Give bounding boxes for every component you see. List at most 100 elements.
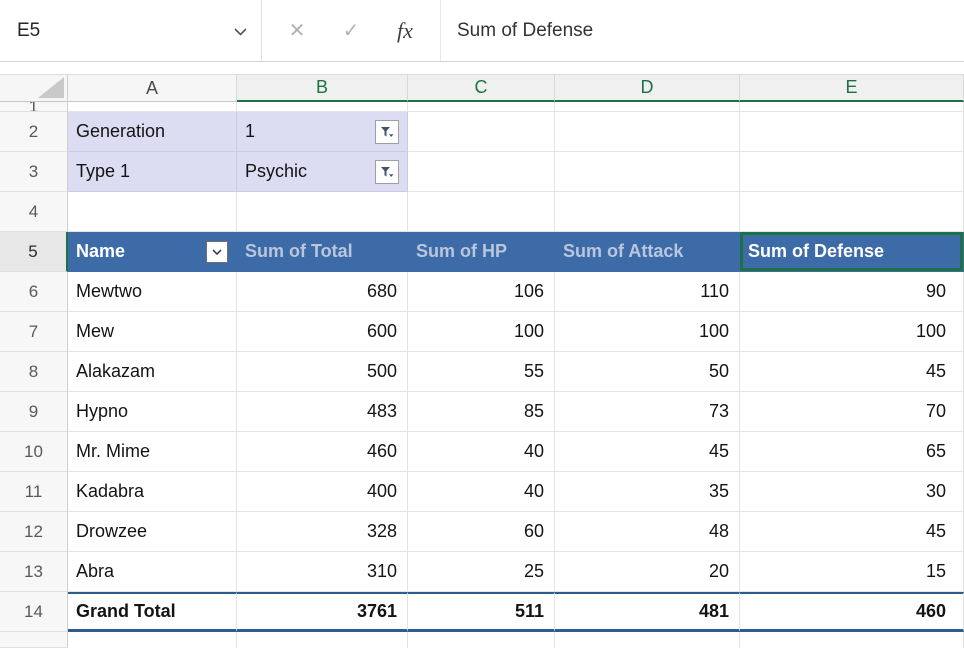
row-number-7[interactable]: 7	[0, 312, 68, 352]
pivot-name-cell[interactable]: Alakazam	[68, 352, 237, 392]
empty-cell[interactable]	[555, 152, 740, 192]
pivot-value-cell[interactable]: 50	[555, 352, 740, 392]
grand-total-value[interactable]: 3761	[237, 592, 408, 632]
chevron-down-icon[interactable]	[234, 20, 247, 42]
pivot-value-cell[interactable]: 25	[408, 552, 555, 592]
formula-input[interactable]: Sum of Defense	[441, 0, 964, 61]
empty-cell[interactable]	[740, 152, 964, 192]
pivot-value-cell[interactable]: 40	[408, 472, 555, 512]
column-header-d[interactable]: D	[555, 75, 740, 102]
empty-cell[interactable]	[68, 102, 237, 112]
row-number-2[interactable]: 2	[0, 112, 68, 152]
pivot-value-cell[interactable]: 400	[237, 472, 408, 512]
pivot-value-cell[interactable]: 500	[237, 352, 408, 392]
fx-icon[interactable]: fx	[378, 0, 432, 62]
column-header-b[interactable]: B	[237, 75, 408, 102]
pivot-header-attack[interactable]: Sum of Attack	[555, 232, 740, 272]
empty-cell[interactable]	[740, 632, 964, 648]
pivot-value-cell[interactable]: 310	[237, 552, 408, 592]
empty-cell[interactable]	[408, 192, 555, 232]
grand-total-value[interactable]: 460	[740, 592, 964, 632]
empty-cell[interactable]	[408, 632, 555, 648]
empty-cell[interactable]	[68, 192, 237, 232]
pivot-value-cell[interactable]: 65	[740, 432, 964, 472]
empty-cell[interactable]	[740, 112, 964, 152]
select-all-corner[interactable]	[0, 75, 68, 102]
row-number-12[interactable]: 12	[0, 512, 68, 552]
empty-cell[interactable]	[555, 112, 740, 152]
pivot-value-cell[interactable]: 680	[237, 272, 408, 312]
empty-cell[interactable]	[555, 102, 740, 112]
pivot-name-cell[interactable]: Kadabra	[68, 472, 237, 512]
pivot-value-cell[interactable]: 70	[740, 392, 964, 432]
pivot-value-cell[interactable]: 100	[555, 312, 740, 352]
grand-total-value[interactable]: 481	[555, 592, 740, 632]
pivot-name-cell[interactable]: Mr. Mime	[68, 432, 237, 472]
column-header-a[interactable]: A	[68, 75, 237, 102]
pivot-value-cell[interactable]: 45	[555, 432, 740, 472]
row-number-14[interactable]: 14	[0, 592, 68, 632]
pivot-value-cell[interactable]: 90	[740, 272, 964, 312]
pivot-header-defense-active-cell[interactable]: Sum of Defense	[740, 232, 964, 272]
empty-cell[interactable]	[740, 192, 964, 232]
filter-value-type1[interactable]: Psychic	[237, 152, 408, 192]
row-number-4[interactable]: 4	[0, 192, 68, 232]
empty-cell[interactable]	[237, 102, 408, 112]
grand-total-value[interactable]: 511	[408, 592, 555, 632]
column-header-c[interactable]: C	[408, 75, 555, 102]
empty-cell[interactable]	[740, 102, 964, 112]
pivot-name-cell[interactable]: Drowzee	[68, 512, 237, 552]
grand-total-label[interactable]: Grand Total	[68, 592, 237, 632]
empty-cell[interactable]	[408, 102, 555, 112]
empty-cell[interactable]	[408, 152, 555, 192]
row-number-9[interactable]: 9	[0, 392, 68, 432]
filter-value-generation[interactable]: 1	[237, 112, 408, 152]
pivot-value-cell[interactable]: 20	[555, 552, 740, 592]
pivot-value-cell[interactable]: 600	[237, 312, 408, 352]
pivot-value-cell[interactable]: 30	[740, 472, 964, 512]
confirm-icon[interactable]: ✓	[324, 0, 378, 62]
pivot-value-cell[interactable]: 460	[237, 432, 408, 472]
cancel-icon[interactable]: ✕	[270, 0, 324, 62]
name-filter-dropdown[interactable]	[206, 241, 228, 263]
row-number-5[interactable]: 5	[0, 232, 68, 272]
name-box[interactable]: E5	[0, 0, 262, 61]
pivot-value-cell[interactable]: 48	[555, 512, 740, 552]
filter-label-type1[interactable]: Type 1	[68, 152, 237, 192]
pivot-value-cell[interactable]: 45	[740, 352, 964, 392]
row-number-11[interactable]: 11	[0, 472, 68, 512]
empty-cell[interactable]	[408, 112, 555, 152]
pivot-header-total[interactable]: Sum of Total	[237, 232, 408, 272]
filter-button[interactable]	[375, 120, 399, 144]
pivot-value-cell[interactable]: 483	[237, 392, 408, 432]
pivot-value-cell[interactable]: 100	[408, 312, 555, 352]
row-number-10[interactable]: 10	[0, 432, 68, 472]
pivot-name-cell[interactable]: Abra	[68, 552, 237, 592]
pivot-value-cell[interactable]: 73	[555, 392, 740, 432]
pivot-value-cell[interactable]: 110	[555, 272, 740, 312]
pivot-value-cell[interactable]: 40	[408, 432, 555, 472]
empty-cell[interactable]	[555, 632, 740, 648]
pivot-value-cell[interactable]: 328	[237, 512, 408, 552]
pivot-value-cell[interactable]: 35	[555, 472, 740, 512]
pivot-name-cell[interactable]: Mew	[68, 312, 237, 352]
column-header-e[interactable]: E	[740, 75, 964, 102]
empty-cell[interactable]	[68, 632, 237, 648]
pivot-name-cell[interactable]: Mewtwo	[68, 272, 237, 312]
row-number-15[interactable]	[0, 632, 68, 648]
empty-cell[interactable]	[555, 192, 740, 232]
empty-cell[interactable]	[237, 192, 408, 232]
pivot-value-cell[interactable]: 106	[408, 272, 555, 312]
pivot-value-cell[interactable]: 100	[740, 312, 964, 352]
pivot-header-hp[interactable]: Sum of HP	[408, 232, 555, 272]
empty-cell[interactable]	[237, 632, 408, 648]
row-number-3[interactable]: 3	[0, 152, 68, 192]
row-number-6[interactable]: 6	[0, 272, 68, 312]
row-number-13[interactable]: 13	[0, 552, 68, 592]
pivot-value-cell[interactable]: 55	[408, 352, 555, 392]
pivot-value-cell[interactable]: 60	[408, 512, 555, 552]
filter-button[interactable]	[375, 160, 399, 184]
row-number-1[interactable]: 1	[0, 102, 68, 112]
pivot-name-cell[interactable]: Hypno	[68, 392, 237, 432]
pivot-value-cell[interactable]: 15	[740, 552, 964, 592]
